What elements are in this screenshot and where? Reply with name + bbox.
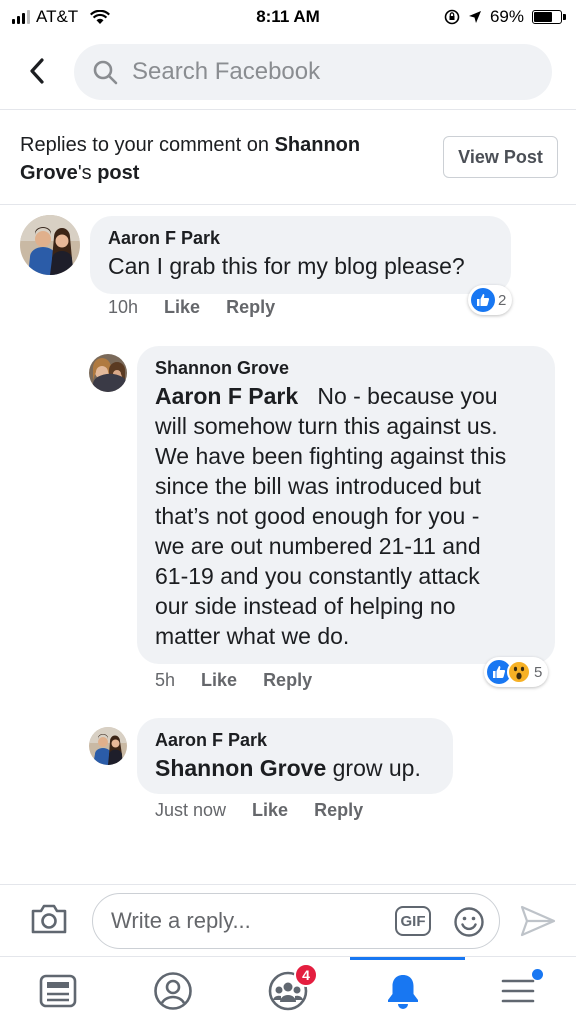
reply-text-line: that’s not good enough for you - [155, 503, 480, 529]
reply-timestamp: 5h [155, 670, 176, 690]
tab-profile[interactable] [115, 957, 230, 1024]
reply-bubble[interactable]: Shannon Grove Aaron F Park No - because … [137, 346, 555, 664]
reply-input[interactable]: Write a reply... GIF [92, 893, 500, 949]
reply-text-line: since the bill was introduced but [155, 473, 482, 499]
reply-text: Aaron F Park No - because you will someh… [155, 381, 537, 651]
context-post-link[interactable]: post [97, 162, 139, 184]
context-suffix: 's [77, 162, 98, 184]
mention-link[interactable]: Aaron F Park [155, 383, 298, 409]
send-button[interactable] [520, 905, 556, 942]
reply-link[interactable]: Reply [263, 670, 312, 691]
wow-reaction-icon [507, 660, 531, 684]
groups-badge: 4 [294, 963, 318, 987]
status-right: 69% [444, 7, 566, 27]
reply-placeholder: Write a reply... [111, 908, 251, 933]
reply-text-line: matter what we do. [155, 623, 350, 649]
reply-composer: Write a reply... GIF [0, 884, 576, 956]
reaction-summary[interactable]: 5 [484, 657, 549, 687]
comment-bubble[interactable]: Aaron F Park Can I grab this for my blog… [90, 216, 511, 294]
reply-author[interactable]: Aaron F Park [155, 730, 435, 751]
reply-link[interactable]: Reply [226, 297, 275, 318]
like-reaction-icon [471, 288, 495, 312]
reply-text-line: our side instead of helping no [155, 593, 456, 619]
avatar-shannon-grove[interactable] [89, 354, 127, 392]
camera-icon [31, 904, 67, 934]
like-link[interactable]: Like [164, 297, 200, 318]
profile-photo-icon [20, 215, 80, 275]
reply-link[interactable]: Reply [314, 800, 363, 821]
tab-notifications[interactable] [345, 957, 460, 1024]
search-icon [93, 60, 118, 85]
avatar-aaron-park[interactable] [89, 727, 127, 765]
status-bar: AT&T 8:11 AM 69% [0, 0, 576, 34]
chevron-left-icon [30, 58, 44, 84]
reply-text-line: will somehow turn this against us. [155, 413, 498, 439]
search-input[interactable]: Search Facebook [74, 44, 552, 100]
smiley-icon [454, 907, 484, 937]
reaction-count: 5 [534, 663, 543, 681]
context-prefix: Replies to your comment on [20, 134, 275, 156]
reply-actions: 5h Like Reply [155, 670, 312, 691]
comment-text: Can I grab this for my blog please? [108, 253, 465, 279]
reply-text-line: No - because you [317, 383, 498, 409]
mention-link[interactable]: Shannon Grove [155, 755, 326, 781]
avatar-aaron-park[interactable] [20, 215, 80, 275]
reply-actions: Just now Like Reply [155, 800, 363, 821]
search-header: Search Facebook [0, 34, 576, 110]
comment-author[interactable]: Aaron F Park [108, 228, 493, 249]
reply-timestamp: Just now [155, 800, 227, 820]
reaction-count: 2 [498, 291, 507, 309]
battery-percent: 69% [489, 7, 524, 26]
location-icon [468, 11, 481, 23]
bell-icon [387, 975, 418, 1009]
reply-bubble[interactable]: Aaron F Park Shannon Grove grow up. [137, 718, 453, 794]
camera-button[interactable] [30, 903, 68, 940]
tab-news-feed[interactable] [0, 957, 115, 1024]
reply-author[interactable]: Shannon Grove [155, 358, 537, 379]
reply-text: Shannon Grove grow up. [155, 753, 435, 783]
profile-icon [153, 972, 192, 1010]
like-link[interactable]: Like [252, 800, 288, 821]
reply-text-line: We have been fighting against this [155, 443, 507, 469]
tab-menu[interactable] [460, 957, 575, 1024]
comment-timestamp: 10h [108, 297, 139, 317]
reply-text-line: we are out numbered 21-11 and [155, 533, 481, 559]
profile-photo-icon [89, 354, 127, 392]
menu-icon [501, 979, 534, 1003]
news-feed-icon [39, 974, 76, 1008]
orientation-lock-icon [444, 9, 460, 25]
back-button[interactable] [20, 54, 54, 88]
bottom-tab-bar: 4 [0, 956, 576, 1024]
reply-text-line: 61-19 and you constantly attack [155, 563, 480, 589]
comment-actions: 10h Like Reply [108, 297, 275, 318]
gif-button[interactable]: GIF [395, 906, 431, 936]
emoji-button[interactable] [453, 906, 485, 943]
reply-context-bar: Replies to your comment on Shannon Grove… [0, 111, 576, 205]
reply-text-body: grow up. [326, 755, 421, 781]
search-placeholder: Search Facebook [132, 58, 321, 85]
view-post-button[interactable]: View Post [443, 136, 558, 178]
context-heading: Replies to your comment on Shannon Grove… [20, 131, 420, 187]
like-link[interactable]: Like [201, 670, 237, 691]
profile-photo-icon [89, 727, 127, 765]
battery-icon [532, 10, 566, 24]
tab-groups[interactable]: 4 [230, 957, 345, 1024]
menu-notification-dot [532, 969, 543, 980]
send-icon [520, 905, 556, 937]
reaction-summary[interactable]: 2 [468, 285, 513, 315]
